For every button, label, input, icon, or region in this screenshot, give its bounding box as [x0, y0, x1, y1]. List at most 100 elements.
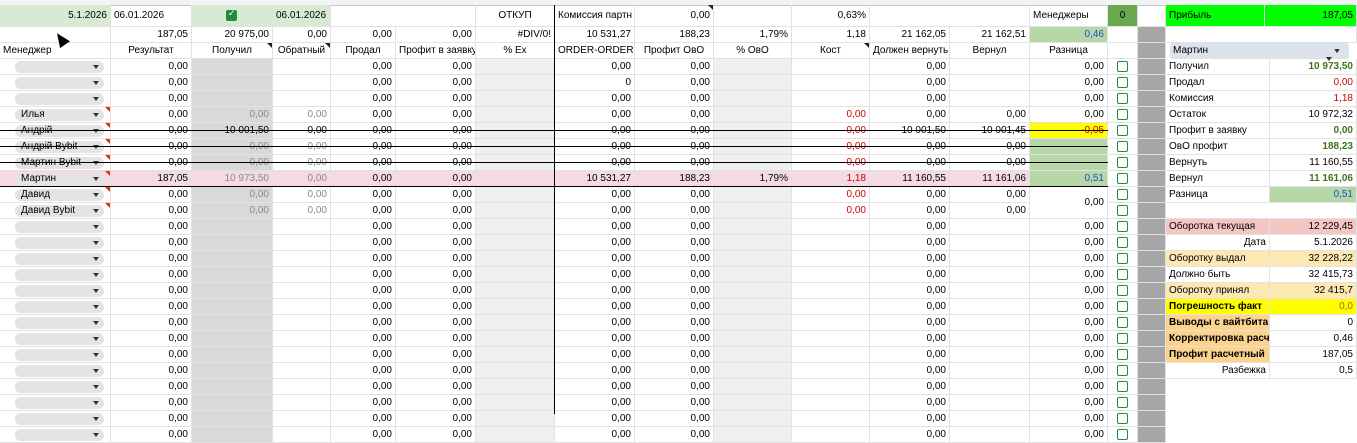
data-cell[interactable]: 0,00: [555, 187, 635, 203]
data-cell[interactable]: 0,00: [111, 139, 192, 155]
data-cell[interactable]: [192, 395, 273, 411]
data-cell[interactable]: 0,00: [331, 235, 396, 251]
cell[interactable]: [1138, 155, 1166, 171]
data-cell[interactable]: [273, 395, 331, 411]
data-cell[interactable]: 0,00: [331, 91, 396, 107]
data-cell[interactable]: 0,00: [792, 123, 870, 139]
panel-label[interactable]: ОвО профит: [1166, 139, 1270, 155]
manager-select-cell[interactable]: [0, 315, 111, 331]
data-cell[interactable]: [714, 59, 792, 75]
data-cell[interactable]: 0,00: [635, 251, 714, 267]
manager-select-cell[interactable]: [0, 411, 111, 427]
data-cell[interactable]: 0,00: [331, 315, 396, 331]
manager-select-cell[interactable]: [0, 299, 111, 315]
cell[interactable]: [1138, 267, 1166, 283]
data-cell[interactable]: [714, 219, 792, 235]
manager-dropdown-chip[interactable]: [15, 221, 104, 233]
data-cell[interactable]: 0,00: [1030, 331, 1108, 347]
data-cell[interactable]: 0,00: [555, 219, 635, 235]
data-cell[interactable]: 0,00: [331, 187, 396, 203]
panel-value[interactable]: 32 415,7: [1270, 283, 1357, 299]
data-cell[interactable]: 0,00: [396, 187, 476, 203]
data-cell[interactable]: [950, 251, 1030, 267]
data-cell[interactable]: 0,00: [870, 203, 950, 219]
data-cell[interactable]: 0,00: [555, 235, 635, 251]
data-cell[interactable]: [192, 299, 273, 315]
data-cell[interactable]: 0,00: [635, 75, 714, 91]
data-cell[interactable]: 0,00: [870, 267, 950, 283]
data-cell[interactable]: 0,00: [555, 299, 635, 315]
panel-label[interactable]: Разбежка: [1166, 363, 1270, 379]
data-cell[interactable]: 0,00: [870, 299, 950, 315]
data-cell[interactable]: 0,00: [331, 331, 396, 347]
data-cell[interactable]: [1030, 139, 1108, 155]
data-cell[interactable]: [714, 299, 792, 315]
data-cell[interactable]: 11 161,06: [950, 171, 1030, 187]
data-cell[interactable]: 0,00: [396, 91, 476, 107]
data-cell[interactable]: [476, 395, 555, 411]
data-cell[interactable]: [273, 347, 331, 363]
data-cell[interactable]: [792, 267, 870, 283]
data-cell[interactable]: [950, 283, 1030, 299]
data-cell[interactable]: [273, 331, 331, 347]
panel-value[interactable]: 12 229,45: [1270, 219, 1357, 235]
panel-value[interactable]: 32 228,22: [1270, 251, 1357, 267]
data-cell[interactable]: 0,00: [555, 379, 635, 395]
data-cell[interactable]: 0,00: [396, 363, 476, 379]
data-cell[interactable]: 0,00: [331, 107, 396, 123]
data-cell[interactable]: 0,00: [870, 75, 950, 91]
data-cell[interactable]: 0,00: [331, 219, 396, 235]
data-cell[interactable]: 0,00: [331, 251, 396, 267]
cell[interactable]: [1138, 251, 1166, 267]
data-cell[interactable]: 0,00: [396, 283, 476, 299]
diff-cell[interactable]: 0,00: [1030, 187, 1108, 219]
data-cell[interactable]: 0,00: [273, 139, 331, 155]
manager-select-cell[interactable]: [0, 427, 111, 443]
data-cell[interactable]: [476, 139, 555, 155]
data-cell[interactable]: 0,00: [870, 91, 950, 107]
data-cell[interactable]: 0,00: [635, 283, 714, 299]
data-cell[interactable]: [792, 379, 870, 395]
checkbox-icon[interactable]: [1117, 205, 1128, 216]
data-cell[interactable]: 0,00: [396, 331, 476, 347]
panel-value[interactable]: 11 161,06: [1270, 171, 1357, 187]
data-cell[interactable]: 0,00: [331, 347, 396, 363]
data-cell[interactable]: 0,00: [396, 315, 476, 331]
data-cell[interactable]: 188,23: [635, 171, 714, 187]
data-cell[interactable]: 0,00: [192, 107, 273, 123]
manager-dropdown-chip[interactable]: [15, 397, 104, 409]
checkbox-icon[interactable]: [1117, 61, 1128, 72]
data-cell[interactable]: 0,00: [555, 331, 635, 347]
data-cell[interactable]: [950, 411, 1030, 427]
data-cell[interactable]: 0,00: [1030, 395, 1108, 411]
data-cell[interactable]: 0,00: [555, 139, 635, 155]
panel-value[interactable]: 0,00: [1270, 123, 1357, 139]
data-cell[interactable]: [273, 299, 331, 315]
data-cell[interactable]: 0,00: [111, 299, 192, 315]
column-header[interactable]: Профит ОвО: [635, 43, 714, 59]
data-cell[interactable]: 0,00: [331, 203, 396, 219]
data-cell[interactable]: [1030, 155, 1108, 171]
data-cell[interactable]: 0,00: [555, 155, 635, 171]
data-cell[interactable]: [192, 283, 273, 299]
manager-dropdown-chip[interactable]: [15, 413, 104, 425]
data-cell[interactable]: 10 531,27: [555, 171, 635, 187]
data-cell[interactable]: 0,00: [1030, 107, 1108, 123]
panel-label[interactable]: Получил: [1166, 59, 1270, 75]
manager-select-cell[interactable]: Давид: [0, 187, 111, 203]
data-cell[interactable]: 0,00: [870, 427, 950, 443]
manager-select-cell[interactable]: [0, 235, 111, 251]
data-cell[interactable]: [273, 251, 331, 267]
data-cell[interactable]: 0,00: [870, 347, 950, 363]
data-cell[interactable]: 0,00: [635, 427, 714, 443]
data-cell[interactable]: 0,00: [792, 203, 870, 219]
data-cell[interactable]: [476, 379, 555, 395]
panel-value[interactable]: 10 972,32: [1270, 107, 1357, 123]
data-cell[interactable]: 0,00: [331, 75, 396, 91]
panel-value[interactable]: 0,46: [1270, 331, 1357, 347]
data-cell[interactable]: [950, 299, 1030, 315]
data-cell[interactable]: 0,00: [635, 379, 714, 395]
data-cell[interactable]: 0,00: [396, 203, 476, 219]
column-header[interactable]: Результат: [111, 43, 192, 59]
data-cell[interactable]: 0,00: [792, 139, 870, 155]
